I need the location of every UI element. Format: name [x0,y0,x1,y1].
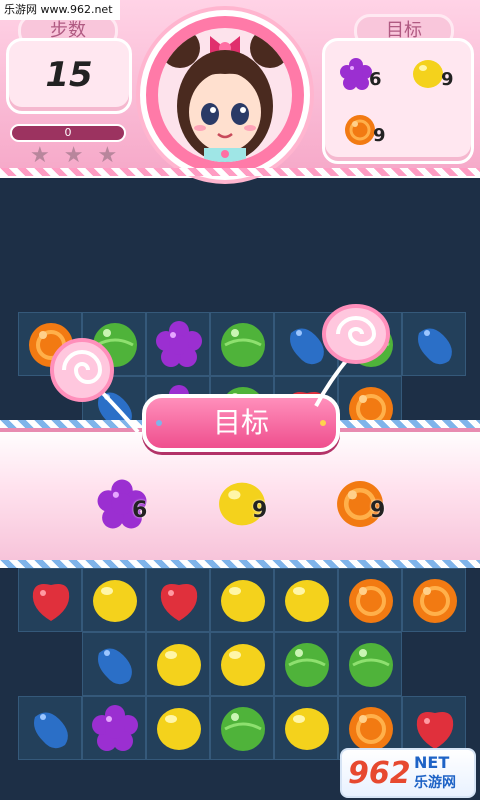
yellow-candy-icon[interactable] [89,575,141,627]
star-icon: ★ [63,143,84,168]
yellow-candy-icon[interactable] [217,575,269,627]
yellow-lemon-candy-icon [413,60,443,88]
board-cell[interactable] [402,312,466,376]
character-portrait [158,28,292,162]
board-cell[interactable] [82,696,146,760]
site-logo: 962 NET 乐游网 [340,748,476,798]
star-rating: ★ ★ ★ [30,144,140,168]
board-cell[interactable] [146,696,210,760]
orange-round-candy-icon [345,115,375,145]
blue-candy-icon[interactable] [89,639,141,691]
board-cell[interactable] [274,632,338,696]
lollipop-decoration-icon [50,338,140,434]
board-cell[interactable] [210,568,274,632]
purple-candy-icon[interactable] [153,319,205,371]
yellow-candy-icon[interactable] [153,703,205,755]
lollipop-decoration-icon [314,304,390,407]
steps-panel: 15 [6,38,132,114]
banner-goal-count: 9 [252,498,268,523]
girl-character-icon [160,28,290,162]
board-cell[interactable] [402,568,466,632]
logo-number: 962 [348,756,411,791]
goal-panel: 6 9 9 [322,38,474,164]
red-candy-icon[interactable] [153,575,205,627]
decor-dot [156,420,162,426]
goal-count: 9 [441,69,454,90]
board-cell[interactable] [274,696,338,760]
board-cell[interactable] [210,696,274,760]
blue-candy-icon[interactable] [25,703,77,755]
star-icon: ★ [97,143,118,168]
logo-net: NET [414,753,450,772]
board-cell[interactable] [210,312,274,376]
board-cell[interactable] [18,568,82,632]
star-icon: ★ [30,143,50,168]
board-cell[interactable] [146,568,210,632]
yellow-candy-icon[interactable] [281,703,333,755]
goal-item: 6 [339,57,403,101]
avatar [140,10,310,180]
banner-goal-item: 6 [96,478,176,538]
banner-goal-item: 9 [334,478,414,538]
green-candy-icon[interactable] [217,319,269,371]
purple-candy-icon[interactable] [89,703,141,755]
board-cell[interactable] [274,568,338,632]
decor-dot [320,420,326,426]
board-cell[interactable] [82,568,146,632]
green-candy-icon[interactable] [281,639,333,691]
yellow-candy-icon[interactable] [281,575,333,627]
goal-item: 9 [411,57,475,101]
orange-candy-icon[interactable] [409,575,461,627]
green-candy-icon[interactable] [345,639,397,691]
orange-candy-icon[interactable] [345,575,397,627]
goal-count: 9 [373,125,386,146]
banner-goal-item: 9 [216,478,296,538]
red-candy-icon[interactable] [25,575,77,627]
green-candy-icon[interactable] [217,703,269,755]
board-cell[interactable] [338,568,402,632]
board-cell[interactable] [338,632,402,696]
goal-item: 9 [343,113,407,157]
score-value: 0 [64,126,72,139]
purple-flower-candy-icon [340,58,372,90]
score-progress-bar: 0 [10,124,126,142]
board-cell[interactable] [210,632,274,696]
banner-stripe [0,560,480,568]
banner-goal-count: 6 [132,498,148,523]
yellow-candy-icon[interactable] [153,639,205,691]
board-cell[interactable] [18,696,82,760]
board-cell[interactable] [146,312,210,376]
steps-value: 15 [45,55,93,95]
watermark: 乐游网 www.962.net [0,0,120,20]
logo-cn: 乐游网 [414,775,456,791]
board-cell[interactable] [146,632,210,696]
blue-candy-icon[interactable] [409,319,461,371]
goal-count: 6 [369,69,382,90]
hud-divider [0,168,480,176]
banner-title-text: 目标 [212,406,269,439]
banner-goal-count: 9 [370,498,386,523]
top-hud: 步数 15 0 ★ ★ ★ 目标 6 9 9 [0,0,480,180]
board-cell[interactable] [82,632,146,696]
yellow-candy-icon[interactable] [217,639,269,691]
